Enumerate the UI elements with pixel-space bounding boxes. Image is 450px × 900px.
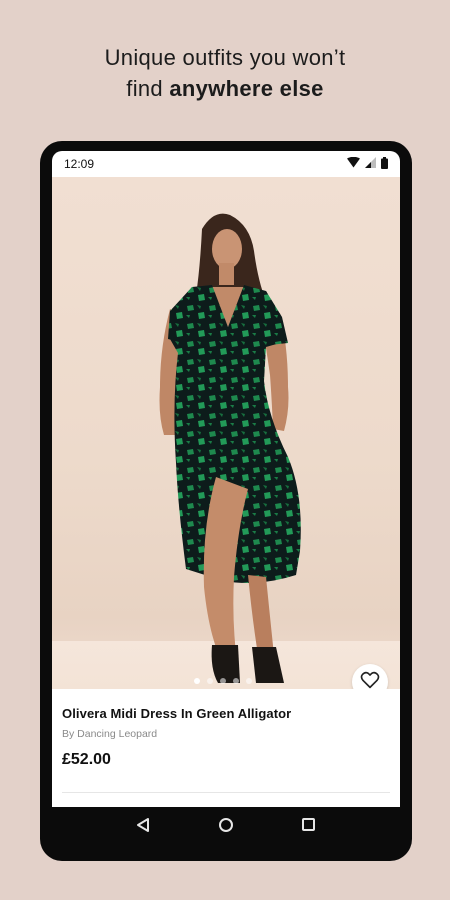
gallery-dot[interactable] bbox=[194, 678, 200, 684]
home-button[interactable] bbox=[211, 812, 241, 842]
android-nav-bar bbox=[52, 807, 400, 847]
wifi-icon bbox=[347, 156, 360, 171]
gallery-pagination bbox=[194, 678, 252, 684]
product-image[interactable] bbox=[52, 177, 400, 689]
status-time: 12:09 bbox=[64, 157, 95, 171]
phone-screen: 12:09 Olivera Midi Dress In Green Alliga… bbox=[52, 151, 400, 807]
status-bar: 12:09 bbox=[52, 151, 400, 177]
heart-outline-icon bbox=[360, 671, 380, 690]
gallery-dot[interactable] bbox=[233, 678, 239, 684]
divider bbox=[62, 792, 390, 793]
back-triangle-icon bbox=[135, 817, 151, 838]
product-info-card[interactable]: Olivera Midi Dress In Green Alligator By… bbox=[52, 689, 400, 807]
gallery-dot[interactable] bbox=[207, 678, 213, 684]
headline-regular-text: find bbox=[126, 76, 170, 101]
model-illustration bbox=[159, 213, 301, 683]
signal-icon bbox=[365, 157, 376, 171]
phone-frame: 12:09 Olivera Midi Dress In Green Alliga… bbox=[40, 141, 412, 861]
product-price: £52.00 bbox=[62, 751, 111, 768]
gallery-dot[interactable] bbox=[220, 678, 226, 684]
recents-button[interactable] bbox=[294, 812, 324, 842]
home-circle-icon bbox=[218, 817, 234, 838]
gallery-dot[interactable] bbox=[246, 678, 252, 684]
product-name[interactable]: Olivera Midi Dress In Green Alligator bbox=[62, 706, 291, 721]
status-icons bbox=[347, 156, 388, 172]
promo-headline: Unique outfits you won’t find anywhere e… bbox=[0, 42, 450, 104]
headline-line-1: Unique outfits you won’t bbox=[104, 45, 346, 70]
headline-line-2: find anywhere else bbox=[0, 73, 450, 104]
product-brand[interactable]: By Dancing Leopard bbox=[62, 728, 157, 740]
headline-bold-text: anywhere else bbox=[169, 76, 324, 101]
recents-square-icon bbox=[301, 817, 316, 837]
back-button[interactable] bbox=[128, 812, 158, 842]
battery-icon bbox=[381, 156, 388, 172]
